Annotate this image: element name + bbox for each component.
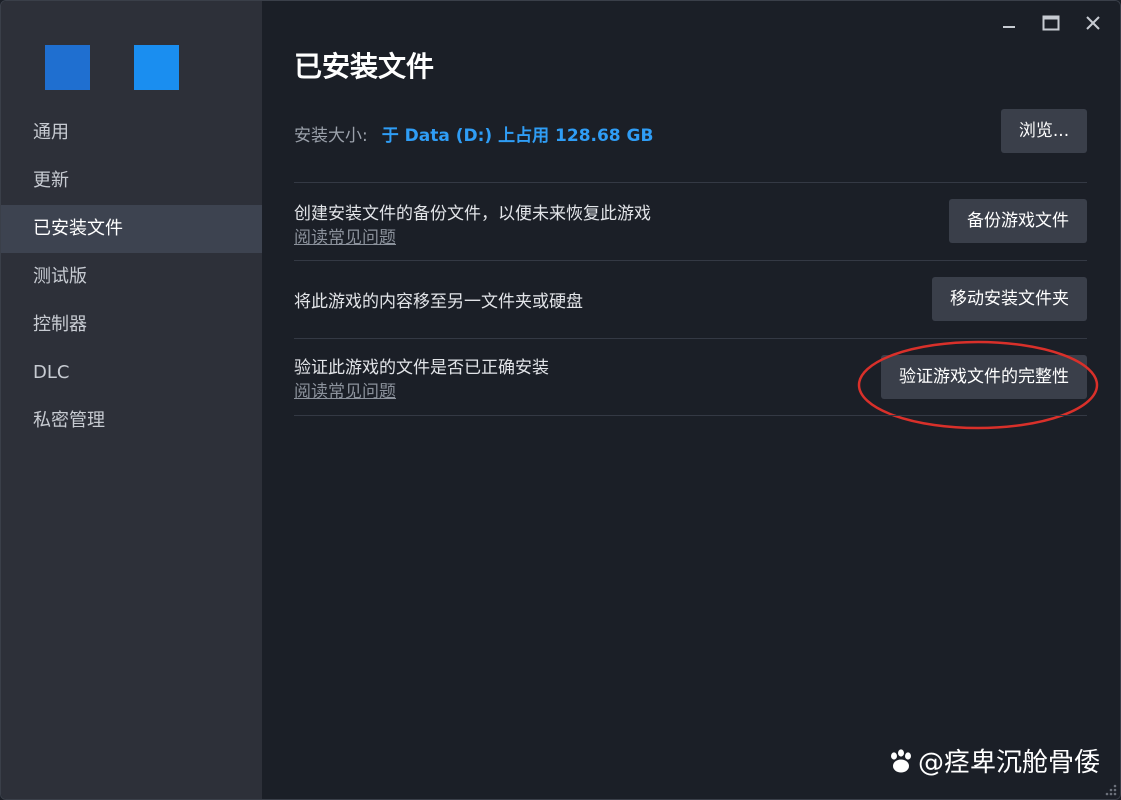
settings-window: 通用 更新 已安装文件 测试版 控制器 DLC 私密管理 已安装文件 安装大小:… — [0, 0, 1121, 800]
browse-button[interactable]: 浏览... — [1001, 109, 1087, 153]
game-logo-right — [134, 45, 179, 90]
highlight-circle-annotation — [857, 340, 1099, 430]
sidebar-item-installed-files[interactable]: 已安装文件 — [1, 205, 262, 253]
maximize-button[interactable] — [1034, 9, 1068, 37]
verify-faq-link[interactable]: 阅读常见问题 — [294, 377, 396, 402]
install-size-value: 于 Data (D:) 上占用 128.68 GB — [381, 126, 654, 146]
close-button[interactable] — [1076, 9, 1110, 37]
verify-description: 验证此游戏的文件是否已正确安装 — [294, 358, 549, 378]
backup-game-files-button[interactable]: 备份游戏文件 — [949, 199, 1087, 243]
page-title: 已安装文件 — [294, 50, 435, 83]
window-controls — [992, 9, 1110, 37]
backup-faq-link[interactable]: 阅读常见问题 — [294, 223, 396, 248]
paw-logo-icon — [890, 748, 911, 772]
resize-grip-icon[interactable] — [1104, 783, 1118, 797]
sidebar-nav: 通用 更新 已安装文件 测试版 控制器 DLC 私密管理 — [1, 109, 262, 445]
move-description: 将此游戏的内容移至另一文件夹或硬盘 — [294, 292, 583, 312]
watermark: @痉卑沉舱骨倭 — [888, 742, 1100, 779]
sidebar: 通用 更新 已安装文件 测试版 控制器 DLC 私密管理 — [1, 1, 262, 799]
maximize-icon — [1042, 15, 1060, 31]
install-size-label: 安装大小: — [294, 126, 368, 146]
main-panel: 已安装文件 安装大小: 于 Data (D:) 上占用 128.68 GB 浏览.… — [262, 1, 1120, 799]
sidebar-item-controller[interactable]: 控制器 — [1, 301, 262, 349]
divider — [294, 260, 1087, 261]
sidebar-item-general[interactable]: 通用 — [1, 109, 262, 157]
game-logo-left — [45, 45, 90, 90]
close-icon — [1086, 16, 1100, 30]
install-size-row: 安装大小: 于 Data (D:) 上占用 128.68 GB — [294, 121, 653, 146]
sidebar-item-betas[interactable]: 测试版 — [1, 253, 262, 301]
minimize-button[interactable] — [992, 9, 1026, 37]
sidebar-item-dlc[interactable]: DLC — [1, 349, 262, 397]
divider — [294, 415, 1087, 416]
watermark-text: @痉卑沉舱骨倭 — [917, 748, 1100, 778]
minimize-icon — [1003, 26, 1015, 28]
divider — [294, 182, 1087, 183]
backup-description: 创建安装文件的备份文件，以便未来恢复此游戏 — [294, 204, 651, 224]
sidebar-item-updates[interactable]: 更新 — [1, 157, 262, 205]
sidebar-item-privacy[interactable]: 私密管理 — [1, 397, 262, 445]
move-install-folder-button[interactable]: 移动安装文件夹 — [932, 277, 1087, 321]
